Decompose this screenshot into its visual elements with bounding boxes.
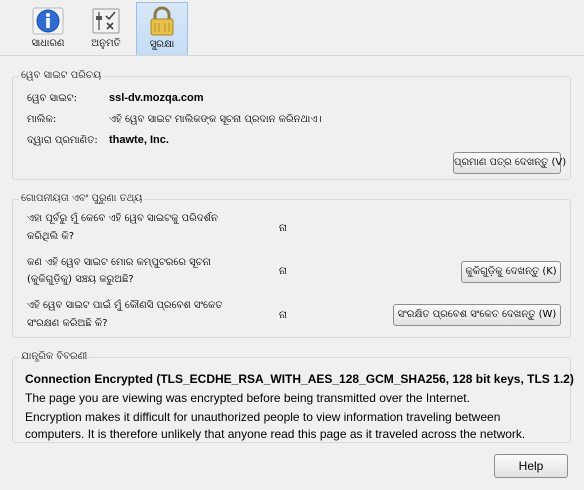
- info-icon: [32, 7, 64, 35]
- lock-icon: [150, 6, 174, 36]
- cookies-question-line2: (କୁକିଗୁଡ଼ିକୁ) ସଞ୍ଚୟ କରୁଅଛି?: [27, 274, 134, 285]
- tab-security[interactable]: ସୁରକ୍ଷା: [136, 2, 188, 55]
- help-button[interactable]: Help: [494, 454, 568, 478]
- visited-question-line2: କରିଥିଲି କି?: [27, 231, 75, 242]
- visited-question-line1: ଏହା ପୂର୍ବରୁ ମୁଁ କେବେ ଏହି ୱେବ ସାଇଟକୁ ପରିଦ…: [27, 213, 218, 224]
- verified-by-value: thawte, Inc.: [109, 134, 169, 146]
- passwords-question-line2: ସଂରକ୍ଷଣ କରିଅଛି କି?: [27, 318, 108, 329]
- verified-by-label: ଦ୍ୱାରା ପ୍ରମାଣିତ:: [27, 135, 98, 146]
- technical-details-group: ଯାନ୍ତ୍ରିକ ବିବରଣୀ Connection Encrypted (T…: [12, 351, 574, 443]
- passwords-question-line1: ଏହି ୱେବ ସାଇଟ ପାଇଁ ମୁଁ କୌଣସି ପ୍ରବେଶ ସଂକେତ: [27, 300, 223, 311]
- tab-general-label: ସାଧାରଣ: [31, 38, 65, 49]
- tab-general[interactable]: ସାଧାରଣ: [22, 2, 74, 55]
- connection-encrypted-title: Connection Encrypted (TLS_ECDHE_RSA_WITH…: [25, 372, 574, 386]
- cookies-question-line1: କଣ ଏହି ୱେବ ସାଇଟ ମୋର କମ୍ପୁଟରରେ ସୂଚନା: [27, 257, 211, 268]
- owner-value: ଏହି ୱେବ ସାଇଟ ମାଲିକଙ୍କ ସୂଚନା ପ୍ରଦାନ କରିନଥ…: [109, 114, 322, 125]
- view-saved-passwords-button[interactable]: ସଂରକ୍ଷିତ ପ୍ରବେଶ ସଂକେତ ଦେଖନ୍ତୁ (W): [393, 304, 561, 326]
- view-cookies-button[interactable]: କୁକିଗୁଡ଼ିକୁ ଦେଖନ୍ତୁ (K): [461, 261, 561, 283]
- website-label: ୱେବ ସାଇଟ:: [27, 93, 77, 104]
- view-certificate-button[interactable]: ପ୍ରମାଣ ପତ୍ର ଦେଖନ୍ତୁ (V): [453, 152, 566, 174]
- visited-answer: ନା: [279, 223, 288, 234]
- tab-security-label: ସୁରକ୍ଷା: [149, 39, 175, 50]
- encryption-paragraph-2: Encryption makes it difficult for unauth…: [25, 410, 526, 441]
- website-value: ssl-dv.mozqa.com: [109, 92, 204, 104]
- website-identity-group: ୱେବ ସାଇଟ ପରିଚୟ ୱେବ ସାଇଟ: ssl-dv.mozqa.co…: [12, 70, 571, 180]
- tab-permissions[interactable]: ଅନୁମତି: [80, 2, 132, 55]
- encryption-paragraph-1: The page you are viewing was encrypted b…: [25, 391, 470, 405]
- cookies-answer: ନା: [279, 266, 288, 277]
- tab-toolbar: ସାଧାରଣ ଅନୁମତି ସୁରକ୍ଷା: [0, 0, 584, 56]
- tab-permissions-label: ଅନୁମତି: [91, 38, 121, 49]
- owner-label: ମାଲିକ:: [27, 114, 57, 125]
- permissions-icon: [92, 8, 120, 34]
- privacy-history-legend: ଗୋପନୀୟତା ଏବଂ ପୁରୁଣା ତଥ୍ୟ: [19, 193, 145, 204]
- technical-details-legend: ଯାନ୍ତ୍ରିକ ବିବରଣୀ: [19, 351, 90, 362]
- passwords-answer: ନା: [279, 310, 288, 321]
- website-identity-legend: ୱେବ ସାଇଟ ପରିଚୟ: [19, 70, 104, 81]
- privacy-history-group: ଗୋପନୀୟତା ଏବଂ ପୁରୁଣା ତଥ୍ୟ ଏହା ପୂର୍ବରୁ ମୁଁ…: [12, 193, 571, 338]
